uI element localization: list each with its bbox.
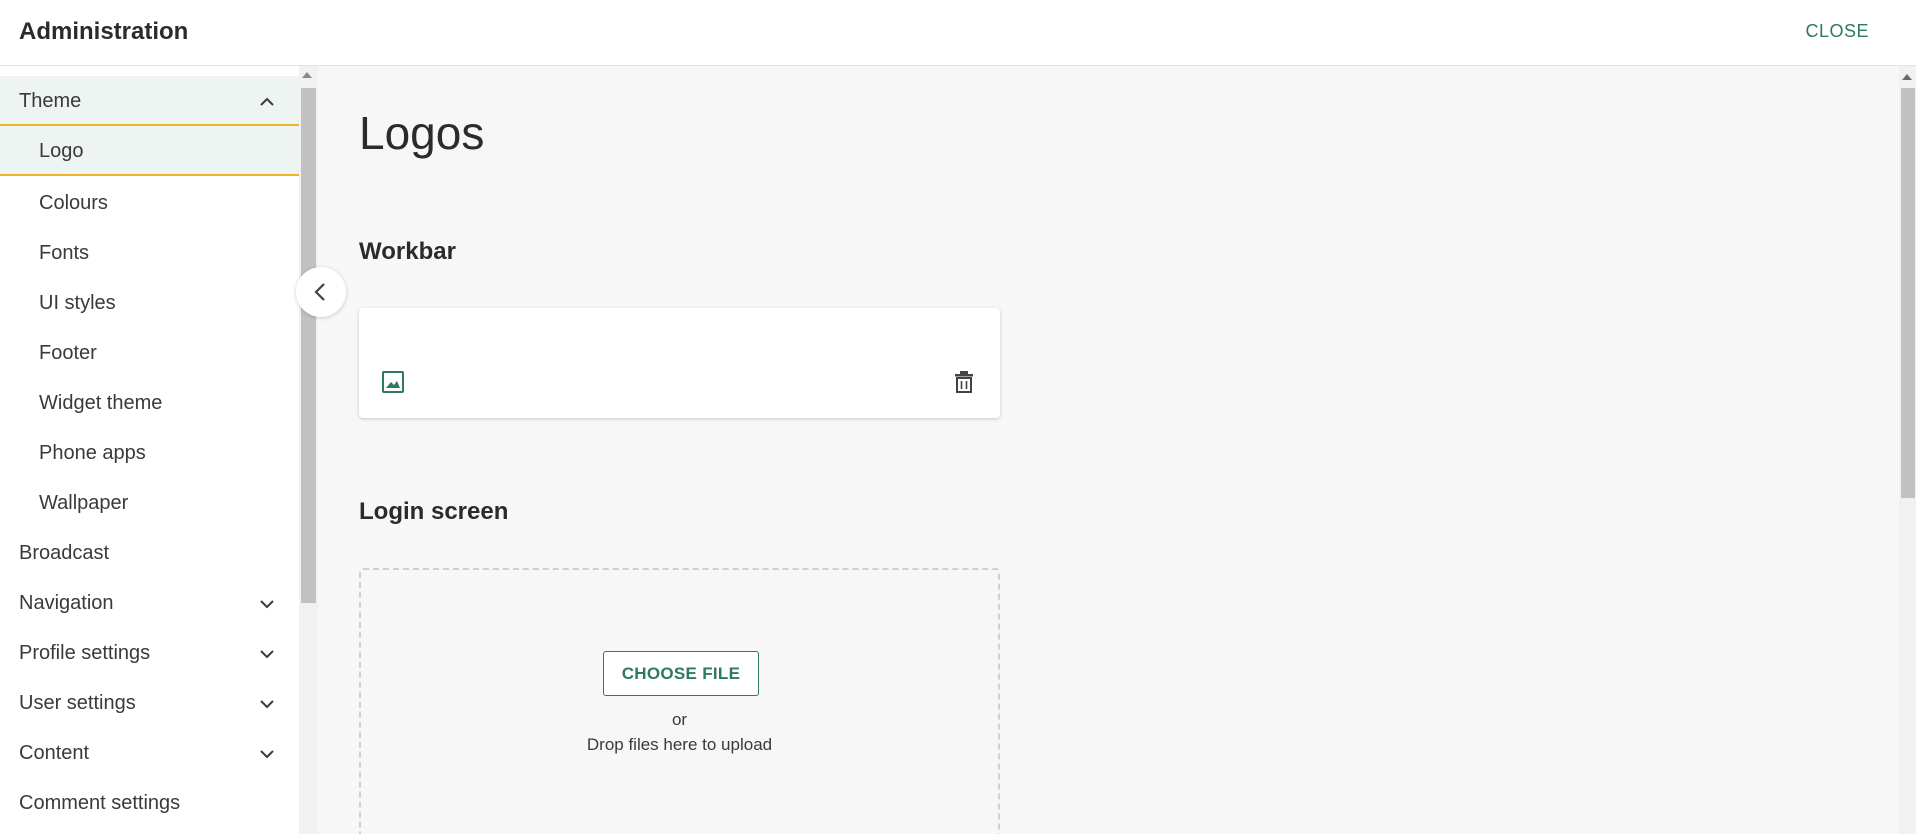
workbar-logo-card xyxy=(359,308,1000,418)
sidebar-item-comment-settings[interactable]: Comment settings xyxy=(0,778,299,828)
sidebar-item-label: UI styles xyxy=(39,292,116,314)
sidebar-item-label: Colours xyxy=(39,192,108,214)
sidebar-scrollbar-thumb[interactable] xyxy=(301,88,316,603)
sidebar-item-label: Widget theme xyxy=(39,392,163,414)
main-content: Logos Workbar Login screen CHOOSE FILE o… xyxy=(318,66,1899,834)
sidebar-item-label: Profile settings xyxy=(19,642,151,664)
file-dropzone[interactable]: CHOOSE FILE or Drop files here to upload xyxy=(359,568,1000,834)
sidebar-item-label: User settings xyxy=(19,692,136,714)
scroll-up-arrow-icon[interactable] xyxy=(302,72,312,78)
sidebar-item-label: Fonts xyxy=(39,242,90,264)
chevron-up-icon xyxy=(260,97,274,106)
close-button[interactable]: CLOSE xyxy=(1805,21,1869,42)
sidebar-item-phone-apps[interactable]: Phone apps xyxy=(0,428,299,478)
dropzone-instructions: Drop files here to upload xyxy=(586,735,773,754)
sidebar-item-content[interactable]: Content xyxy=(0,728,299,778)
sidebar-item-fonts[interactable]: Fonts xyxy=(0,228,299,278)
sidebar-item-label: Logo xyxy=(39,140,84,162)
sidebar-item-label: Wallpaper xyxy=(39,492,129,514)
main-scrollbar-thumb[interactable] xyxy=(1901,88,1915,498)
chevron-down-icon xyxy=(260,600,274,609)
chevron-down-icon xyxy=(260,750,274,759)
page-title: Logos xyxy=(359,107,485,159)
sidebar-item-wallpaper[interactable]: Wallpaper xyxy=(0,478,299,528)
admin-sidebar: Theme Logo Colours Fonts UI styles Foote… xyxy=(0,66,299,834)
image-icon[interactable] xyxy=(381,370,405,394)
sidebar-item-label: Theme xyxy=(19,90,82,112)
chevron-down-icon xyxy=(260,700,274,709)
choose-file-button[interactable]: CHOOSE FILE xyxy=(603,651,759,696)
chevron-down-icon xyxy=(260,650,274,659)
chevron-left-icon xyxy=(314,283,325,301)
login-screen-section-title: Login screen xyxy=(359,498,509,525)
sidebar-item-colours[interactable]: Colours xyxy=(0,178,299,228)
sidebar-item-navigation[interactable]: Navigation xyxy=(0,578,299,628)
sidebar-item-widget-theme[interactable]: Widget theme xyxy=(0,378,299,428)
sidebar-item-label: Footer xyxy=(39,342,97,364)
sidebar-item-label: Comment settings xyxy=(19,792,181,814)
sidebar-item-label: Navigation xyxy=(19,592,114,614)
sidebar-item-label: Content xyxy=(19,742,90,764)
app-header: Administration CLOSE xyxy=(0,0,1916,66)
sidebar-item-footer[interactable]: Footer xyxy=(0,328,299,378)
workbar-section-title: Workbar xyxy=(359,238,456,265)
sidebar-item-label: Phone apps xyxy=(39,442,146,464)
sidebar-item-logo[interactable]: Logo xyxy=(0,126,299,176)
trash-icon[interactable] xyxy=(953,370,975,394)
sidebar-item-broadcast[interactable]: Broadcast xyxy=(0,528,299,578)
sidebar-item-label: Broadcast xyxy=(19,542,110,564)
collapse-sidebar-button[interactable] xyxy=(296,267,346,317)
sidebar-item-ui-styles[interactable]: UI styles xyxy=(0,278,299,328)
sidebar-item-theme[interactable]: Theme xyxy=(0,76,299,126)
scroll-up-arrow-icon[interactable] xyxy=(1902,74,1912,80)
dropzone-or-text: or xyxy=(671,710,688,729)
page-header-title: Administration xyxy=(19,18,189,45)
sidebar-item-profile-settings[interactable]: Profile settings xyxy=(0,628,299,678)
sidebar-item-user-settings[interactable]: User settings xyxy=(0,678,299,728)
